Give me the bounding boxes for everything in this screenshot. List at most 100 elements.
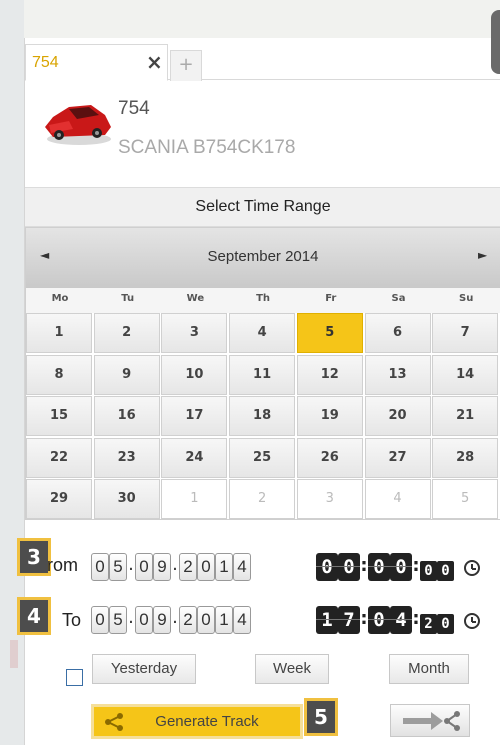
calendar-day[interactable]: 27	[364, 437, 431, 478]
calendar-weekdays: Mo Tu We Th Fr Sa Su	[26, 288, 500, 313]
generate-track-button[interactable]: Generate Track	[91, 704, 303, 739]
time-separator: :	[412, 608, 420, 629]
date-digit: 0	[135, 553, 153, 581]
calendar-day[interactable]: 6	[364, 313, 431, 353]
calendar-day[interactable]: 18	[229, 396, 296, 436]
add-tab-button[interactable]: +	[170, 50, 202, 81]
annotation-badge-5: 5	[304, 698, 338, 736]
date-digit: 0	[135, 606, 153, 634]
weekday-label: Th	[256, 293, 271, 304]
panel-collapse-handle[interactable]	[491, 10, 500, 74]
calendar-day[interactable]: 2	[93, 313, 160, 353]
weekday-label: Mo	[51, 293, 69, 304]
from-label: rom	[47, 555, 78, 575]
calendar-day[interactable]: 7	[432, 313, 499, 353]
calendar-day[interactable]: 23	[93, 437, 160, 478]
arrow-share-icon	[403, 711, 460, 731]
time-range-title: Select Time Range	[195, 198, 331, 215]
date-digit: 2	[179, 606, 197, 634]
calendar-day[interactable]: 15	[26, 396, 92, 436]
vehicle-info: 754 SCANIA B754CK178	[25, 81, 500, 187]
date-digit: 4	[233, 553, 251, 581]
seconds-digit: 0	[437, 561, 454, 581]
clock-icon[interactable]	[464, 613, 480, 629]
seconds-digit: 0	[437, 614, 454, 634]
export-track-button[interactable]	[390, 704, 470, 737]
from-time-field[interactable]: 00:00:00	[316, 553, 454, 581]
calendar-day[interactable]: 10	[161, 354, 228, 395]
generate-track-label: Generate Track	[155, 713, 259, 730]
from-date-field[interactable]: 05.09.2014	[91, 553, 251, 581]
time-separator: :	[360, 608, 368, 629]
time-digit: 0	[368, 553, 390, 581]
car-icon	[45, 105, 111, 145]
calendar-day[interactable]: 20	[364, 396, 431, 436]
calendar-day[interactable]: 21	[432, 396, 499, 436]
vehicle-id: 754	[118, 98, 150, 119]
to-label: To	[62, 610, 82, 630]
calendar-day[interactable]: 5	[432, 479, 499, 519]
calendar-day[interactable]: 9	[93, 354, 160, 395]
tab-vehicle[interactable]: 754 ×	[25, 44, 168, 81]
weekday-label: Sa	[391, 293, 406, 304]
time-digit: 7	[338, 606, 360, 634]
date-separator: .	[128, 554, 134, 575]
calendar-day[interactable]: 3	[161, 313, 228, 353]
date-calendar: ◄ September 2014 ► Mo Tu We Th Fr Sa Su 123456…	[25, 227, 500, 520]
calendar-day[interactable]: 1	[161, 479, 228, 519]
date-digit: 0	[197, 606, 215, 634]
calendar-day[interactable]: 17	[161, 396, 228, 436]
date-separator: .	[128, 607, 134, 628]
calendar-day[interactable]: 4	[229, 313, 296, 353]
calendar-day[interactable]: 16	[93, 396, 160, 436]
calendar-day[interactable]: 28	[432, 437, 499, 478]
calendar-day[interactable]: 19	[296, 396, 363, 436]
calendar-day[interactable]: 8	[26, 354, 92, 395]
time-separator: :	[412, 555, 420, 576]
calendar-day[interactable]: 4	[364, 479, 431, 519]
time-digit: 1	[316, 606, 338, 634]
calendar-day[interactable]: 22	[26, 437, 92, 478]
calendar-day[interactable]: 24	[161, 437, 228, 478]
calendar-day[interactable]: 26	[296, 437, 363, 478]
seconds-digit: 0	[420, 561, 437, 581]
calendar-header: ◄ September 2014 ►	[26, 228, 500, 288]
date-separator: .	[172, 554, 178, 575]
calendar-day[interactable]: 25	[229, 437, 296, 478]
time-separator: :	[360, 555, 368, 576]
weekday-label: Su	[459, 293, 474, 304]
calendar-day[interactable]: 12	[296, 354, 363, 395]
calendar-day[interactable]: 13	[364, 354, 431, 395]
close-icon[interactable]: ×	[146, 50, 163, 74]
calendar-day[interactable]: 14	[432, 354, 499, 395]
time-range-header: Select Time Range	[25, 187, 500, 227]
tab-bar: 754 × +	[25, 44, 500, 81]
time-digit: 0	[368, 606, 390, 634]
week-button[interactable]: Week	[255, 654, 329, 684]
time-digit: 0	[390, 553, 412, 581]
calendar-day[interactable]: 29	[26, 479, 92, 519]
to-date-field[interactable]: 05.09.2014	[91, 606, 251, 634]
time-digit: 4	[390, 606, 412, 634]
calendar-day[interactable]: 1	[26, 313, 92, 353]
tab-title: 754	[32, 54, 59, 71]
date-digit: 1	[215, 553, 233, 581]
time-digit: 0	[316, 553, 338, 581]
month-button[interactable]: Month	[389, 654, 469, 684]
calendar-day[interactable]: 2	[229, 479, 296, 519]
calendar-day[interactable]: 3	[296, 479, 363, 519]
date-digit: 2	[179, 553, 197, 581]
yesterday-button[interactable]: Yesterday	[92, 654, 196, 684]
to-time-field[interactable]: 17:04:20	[316, 606, 454, 634]
clock-icon[interactable]	[464, 560, 480, 576]
calendar-day[interactable]: 5	[296, 313, 363, 353]
calendar-day[interactable]: 11	[229, 354, 296, 395]
date-separator: .	[172, 607, 178, 628]
annotation-badge-4: 4	[17, 597, 51, 635]
map-top-area	[24, 0, 500, 38]
range-checkbox[interactable]	[66, 669, 83, 686]
next-month-icon[interactable]: ►	[478, 248, 487, 262]
calendar-day[interactable]: 30	[93, 479, 160, 519]
date-digit: 9	[153, 606, 171, 634]
weekday-label: Tu	[121, 293, 135, 304]
